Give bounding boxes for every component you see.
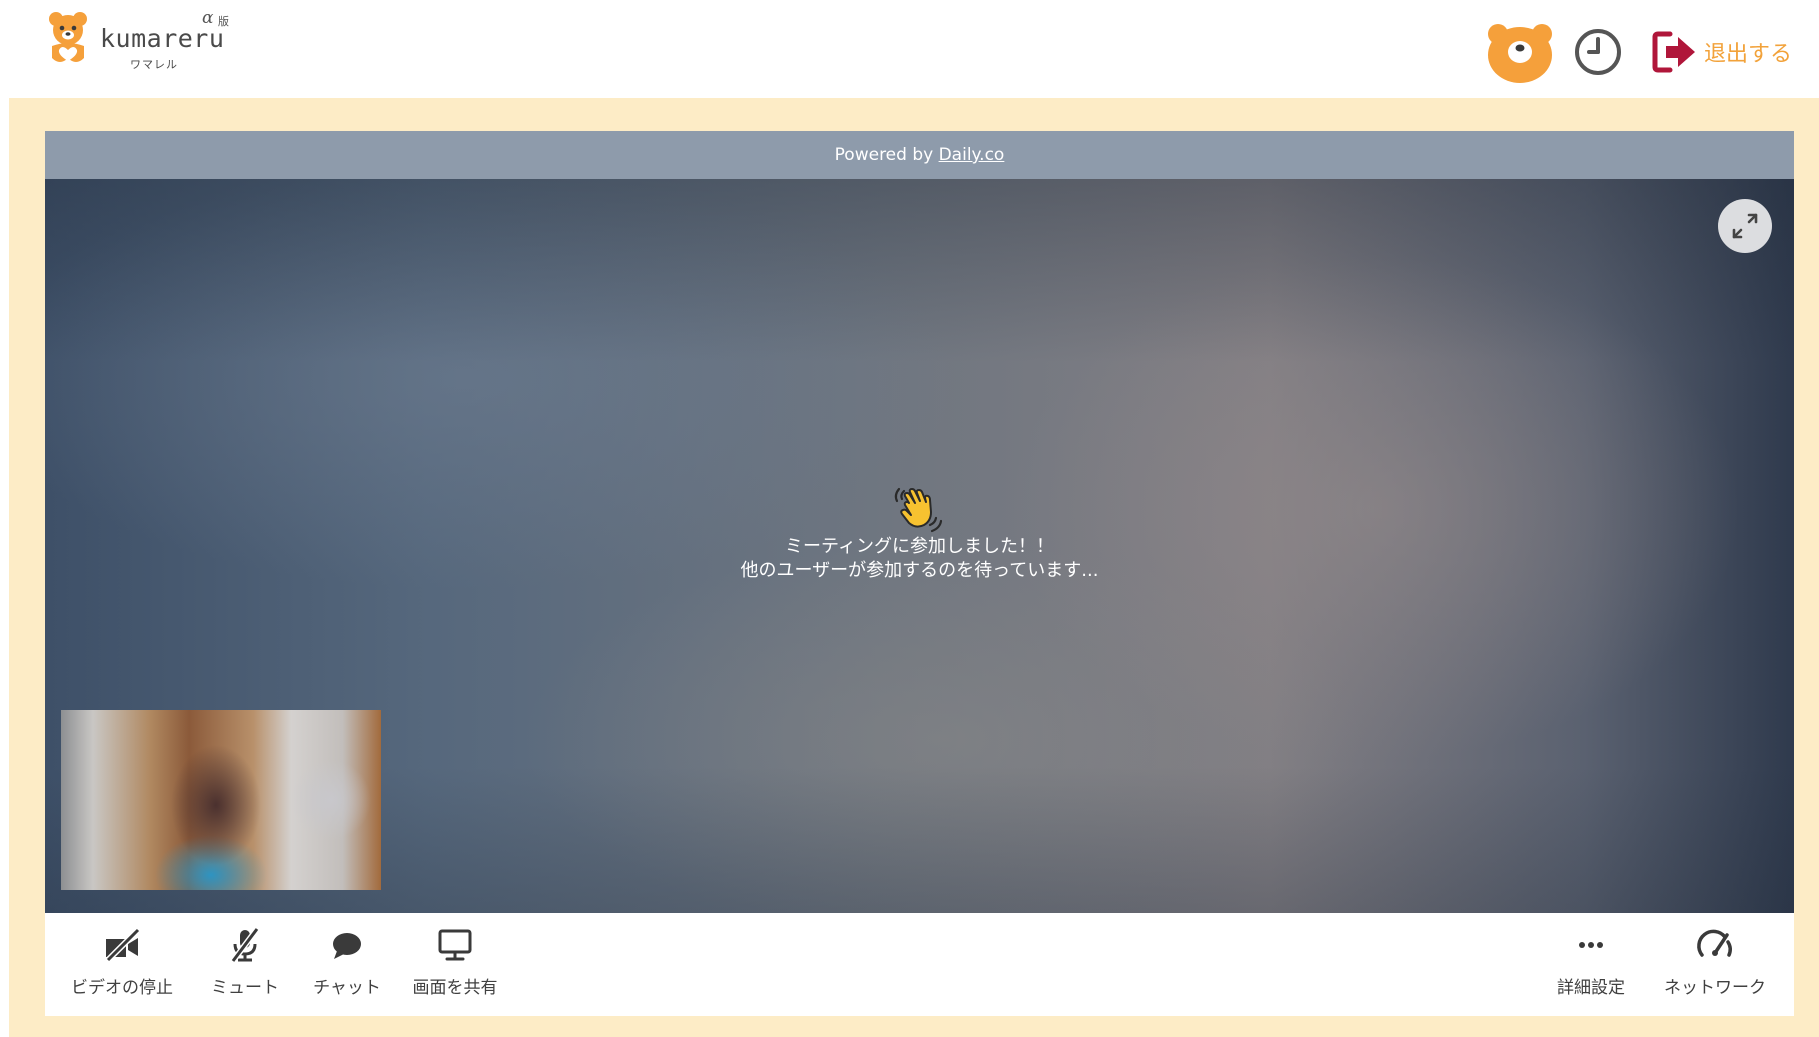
video-off-icon — [105, 927, 141, 963]
waiting-others-message: 他のユーザーが参加するのを待っています... — [740, 560, 1099, 581]
chat-label: チャット — [313, 978, 381, 998]
app-logo[interactable]: kumareru ワマレル α 版 — [46, 8, 246, 71]
chat-button[interactable]: チャット — [307, 927, 387, 1007]
mic-off-icon — [230, 927, 260, 963]
history-clock-button[interactable] — [1573, 27, 1623, 77]
clock-icon — [1575, 29, 1621, 75]
more-dots-icon — [1579, 942, 1603, 948]
exit-label: 退出する — [1704, 42, 1793, 67]
video-stage: ミーティングに参加しました！！ 他のユーザーが参加するのを待っています... — [45, 179, 1794, 913]
self-video-tile[interactable] — [61, 710, 381, 890]
expand-arrows-icon — [1732, 213, 1758, 239]
joined-message: ミーティングに参加しました！！ — [785, 536, 1054, 557]
network-button[interactable]: ネットワーク — [1655, 927, 1775, 1007]
waving-hand-icon — [894, 487, 943, 533]
bear-face-icon — [1488, 24, 1552, 83]
logo-edition: 版 — [218, 15, 229, 28]
app-header: kumareru ワマレル α 版 退出する — [0, 0, 1819, 98]
chat-bubble-icon — [333, 933, 361, 959]
gauge-icon — [1697, 929, 1732, 957]
fullscreen-button[interactable] — [1718, 199, 1772, 253]
waiting-message: ミーティングに参加しました！！ 他のユーザーが参加するのを待っています... — [45, 535, 1794, 583]
stop-video-label: ビデオの停止 — [71, 978, 173, 998]
share-screen-label: 画面を共有 — [412, 978, 498, 998]
logo-kana: ワマレル — [130, 58, 178, 71]
settings-label: 詳細設定 — [1557, 978, 1625, 998]
call-toolbar: ビデオの停止 ミュート チャット 画面を共有 詳細設定 ネットワーク — [45, 913, 1794, 1016]
exit-button[interactable]: 退出する — [1652, 30, 1792, 74]
daily-link[interactable]: Daily.co — [939, 145, 1005, 165]
mute-label: ミュート — [211, 978, 279, 998]
exit-door-icon — [1652, 31, 1695, 73]
logo-wordmark: kumareru — [100, 24, 225, 53]
bear-logo-icon — [49, 12, 87, 62]
logo-alpha-mark: α — [202, 8, 214, 28]
network-label: ネットワーク — [1664, 978, 1766, 998]
settings-button[interactable]: 詳細設定 — [1551, 927, 1631, 1007]
monitor-icon — [438, 929, 472, 961]
stop-video-button[interactable]: ビデオの停止 — [65, 927, 179, 1007]
mute-button[interactable]: ミュート — [205, 927, 285, 1007]
powered-by-bar: Powered by Daily.co — [45, 131, 1794, 179]
bear-profile-button[interactable] — [1486, 22, 1554, 84]
powered-by-text: Powered by — [834, 145, 939, 165]
share-screen-button[interactable]: 画面を共有 — [405, 927, 505, 1007]
video-call-panel: Powered by Daily.co ミーティングに参加しました！！ 他のユー… — [45, 131, 1794, 1016]
